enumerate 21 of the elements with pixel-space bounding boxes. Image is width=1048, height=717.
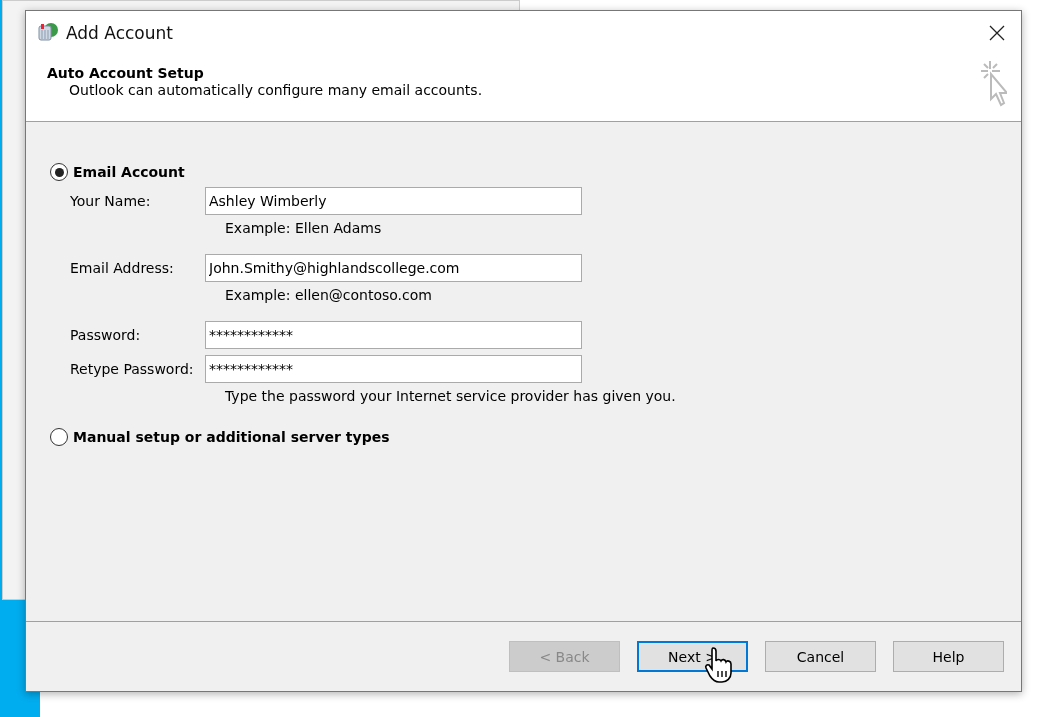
close-icon[interactable] [989,25,1005,41]
field-label: Password: [70,327,142,343]
field-label: Retype Password: [70,361,195,377]
radio-label[interactable]: Manual setup or additional server types [73,429,390,445]
radio-label[interactable]: Email Account [73,164,185,180]
hint-text: Example: ellen@contoso.com [225,287,433,303]
input-field[interactable]: ************ [205,321,582,349]
window-title: Add Account [66,23,174,43]
input-field[interactable]: John.Smithy@highlandscollege.com [205,254,582,282]
radio-button[interactable] [50,163,68,181]
input-field[interactable]: ************ [205,355,582,383]
section-title: Auto Account Setup [47,65,205,81]
section-subtitle: Outlook can automatically configure many email accounts. [68,82,483,98]
field-label: Your Name: [70,193,152,209]
field-label: Email Address: [70,260,175,276]
hint-text: Type the password your Internet service provider has given you. [225,388,677,404]
dialog-button[interactable]: Cancel [765,641,876,672]
input-field[interactable]: Ashley Wimberly [205,187,582,215]
dialog-button[interactable]: Help [893,641,1004,672]
radio-button[interactable] [50,428,68,446]
hint-text: Example: Ellen Adams [225,220,383,236]
